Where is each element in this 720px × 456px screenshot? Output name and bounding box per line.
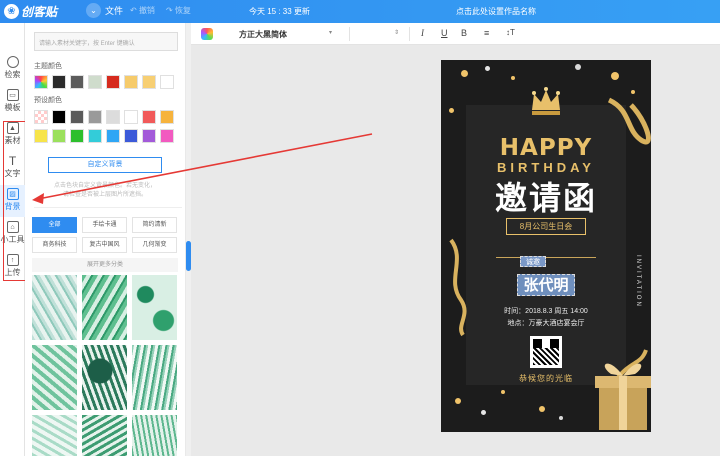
poster-cheng-label[interactable]: 诚邀 [520, 256, 546, 267]
background-thumbnail[interactable] [32, 415, 77, 456]
file-label: 文件 [105, 6, 124, 16]
theme-color-swatch[interactable] [106, 75, 120, 89]
nav-item-search[interactable]: 检索 [0, 53, 25, 85]
background-thumbnail[interactable] [82, 345, 127, 410]
preset-color-swatch[interactable] [34, 129, 48, 143]
theme-color-swatch[interactable] [160, 75, 174, 89]
nav-label: 模板 [4, 103, 21, 112]
poster-canvas[interactable]: HAPPY BIRTHDAY 邀请函 8月公司生日会 诚邀 张代明 时间：201… [441, 60, 651, 432]
gift-box-icon [595, 363, 651, 430]
qr-code-pattern [533, 339, 559, 365]
save-status: 今天 15 : 33 更新 [249, 7, 310, 16]
logo[interactable]: ❀ 创客贴 [4, 3, 57, 20]
preset-color-swatch[interactable] [106, 110, 120, 124]
italic-button[interactable]: I [421, 28, 424, 38]
file-menu-button[interactable]: ⌄ 文件 [86, 3, 123, 18]
top-bar: ❀ 创客贴 ⌄ 文件 ↶ 撤销 ↷ 恢复 今天 15 : 33 更新 点击此处设… [0, 0, 720, 23]
theme-color-swatch[interactable] [70, 75, 84, 89]
theme-colors-label: 主题颜色 [34, 63, 62, 70]
transparent-color-swatch[interactable] [34, 110, 48, 124]
poster-guest-name[interactable]: 张代明 [517, 274, 575, 296]
expand-categories-button[interactable]: 展开更多分类 [32, 258, 178, 272]
tip-line: 点击色块自定义背景颜色。若无变化， [53, 183, 156, 189]
preset-color-swatch[interactable] [160, 129, 174, 143]
preset-color-swatch[interactable] [52, 110, 66, 124]
background-thumbnail[interactable] [32, 345, 77, 410]
theme-color-swatch[interactable] [34, 75, 48, 89]
underline-button[interactable]: U [441, 28, 448, 38]
letter-spacing-icon[interactable]: ↕T [506, 28, 515, 37]
theme-color-swatch[interactable] [52, 75, 66, 89]
background-thumbnail[interactable] [132, 275, 177, 340]
background-thumbnail[interactable] [132, 345, 177, 410]
tag-retro-chinese[interactable]: 复古中国风 [82, 237, 127, 253]
preset-color-swatch[interactable] [70, 129, 84, 143]
nav-item-template[interactable]: ▭ 模板 [0, 86, 25, 118]
search-icon [6, 56, 19, 68]
poster-vertical-text[interactable]: INVITATION [631, 255, 641, 308]
bold-button[interactable]: B [461, 28, 467, 38]
theme-color-swatch[interactable] [124, 75, 138, 89]
chevron-down-icon[interactable]: ▾ [329, 29, 332, 36]
background-thumbnail[interactable] [82, 415, 127, 456]
background-thumbnail[interactable] [132, 415, 177, 456]
poster-time[interactable]: 时间：2018.8.3 周五 14:00 [441, 306, 651, 316]
logo-text: 创客贴 [21, 5, 58, 19]
background-panel: 请输入素材关键字，按 Enter 键确认 主题颜色 预设颜色 自定义背景 点击色… [25, 23, 185, 456]
preset-colors-label: 预设颜色 [34, 97, 62, 104]
tag-minimal[interactable]: 简约清新 [132, 217, 177, 233]
preset-color-swatch[interactable] [88, 129, 102, 143]
template-icon: ▭ [6, 89, 19, 101]
text-toolbar: 方正大黑简体 ▾ ⇕ I U B ≡ ↕T [191, 23, 720, 45]
background-thumbnail[interactable] [32, 275, 77, 340]
align-center-icon[interactable]: ≡ [484, 28, 489, 38]
preset-color-swatch[interactable] [52, 129, 66, 143]
tag-all[interactable]: 全部 [32, 217, 77, 233]
divider [349, 27, 350, 41]
preset-color-swatch[interactable] [124, 129, 138, 143]
tip-line: 请检查是否被上层图片所遮挡。 [62, 192, 147, 198]
theme-color-swatch[interactable] [88, 75, 102, 89]
tag-hand-drawn[interactable]: 手绘卡通 [82, 217, 127, 233]
font-family-select[interactable]: 方正大黑简体 [239, 29, 287, 40]
nav-label: 检索 [4, 70, 21, 79]
panel-scrollbar[interactable] [186, 23, 191, 456]
tip-text: 点击色块自定义背景颜色。若无变化， 请检查是否被上层图片所遮挡。 [30, 182, 180, 200]
document-title-field[interactable]: 点击此处设置作品名称 [456, 6, 536, 17]
preset-color-swatch[interactable] [142, 129, 156, 143]
redo-label: 恢复 [174, 6, 191, 15]
background-thumbnail[interactable] [82, 275, 127, 340]
chevron-down-icon: ⌄ [86, 3, 101, 18]
poster-party-label[interactable]: 8月公司生日会 [506, 218, 586, 235]
preset-color-swatch[interactable] [70, 110, 84, 124]
poster-happy-text[interactable]: HAPPY [441, 135, 651, 161]
preset-color-swatch[interactable] [124, 110, 138, 124]
undo-label: 撤销 [138, 6, 155, 15]
theme-color-swatch[interactable] [142, 75, 156, 89]
preset-color-swatch[interactable] [160, 110, 174, 124]
redo-button[interactable]: ↷ 恢复 [166, 5, 191, 16]
text-color-picker-icon[interactable] [201, 28, 213, 40]
preset-color-swatch[interactable] [106, 129, 120, 143]
preset-color-swatch[interactable] [142, 110, 156, 124]
tag-geometric[interactable]: 几何渐变 [132, 237, 177, 253]
poster-divider [496, 257, 596, 258]
custom-background-button[interactable]: 自定义背景 [48, 157, 162, 173]
preset-color-swatch[interactable] [88, 110, 102, 124]
poster-place[interactable]: 地点：万豪大酒店宴会厅 [441, 318, 651, 328]
undo-button[interactable]: ↶ 撤销 [130, 5, 155, 16]
divider [34, 207, 182, 208]
font-size-stepper-icon[interactable]: ⇕ [394, 29, 399, 36]
tag-business[interactable]: 商务科技 [32, 237, 77, 253]
divider [409, 27, 410, 41]
scrollbar-thumb[interactable] [186, 241, 191, 271]
logo-icon: ❀ [4, 4, 19, 19]
poster-invite-title[interactable]: 邀请函 [441, 173, 651, 219]
qr-code[interactable] [530, 336, 562, 368]
search-input[interactable]: 请输入素材关键字，按 Enter 键确认 [34, 32, 178, 51]
